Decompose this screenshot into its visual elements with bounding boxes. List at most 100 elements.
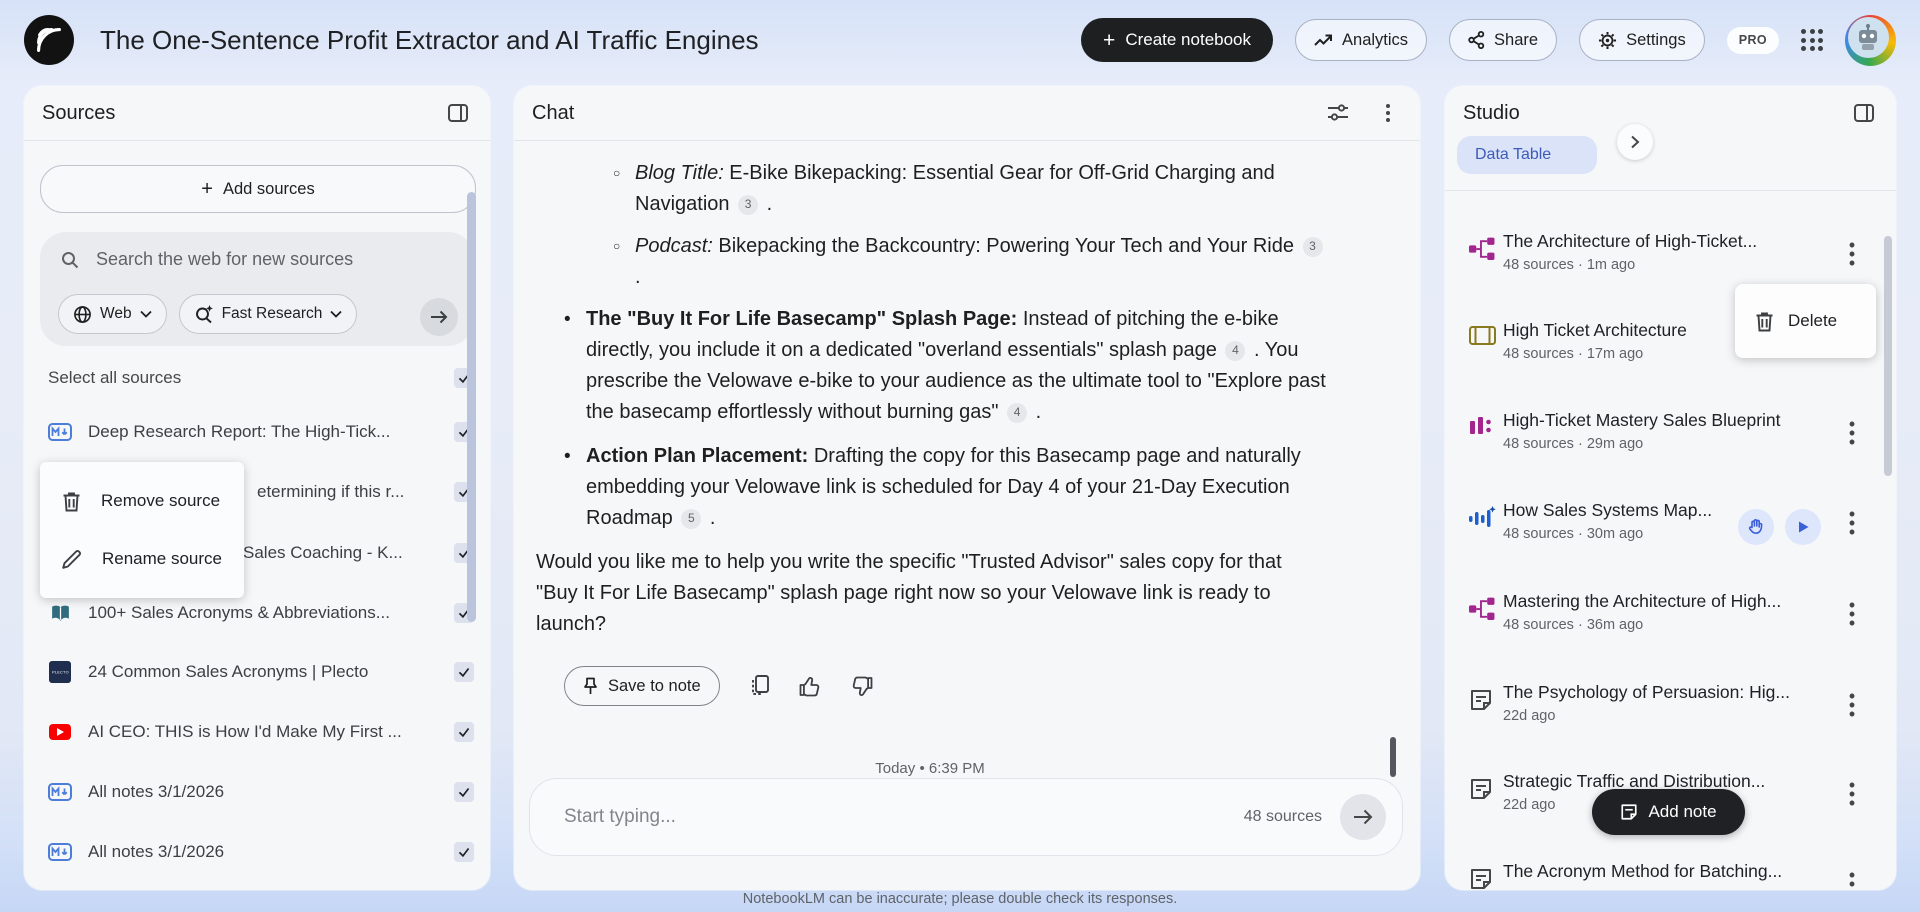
sources-scrollbar[interactable] [467,192,476,622]
studio-item[interactable]: The Psychology of Persuasion: Hig... 22d… [1445,678,1896,734]
fast-research-chip[interactable]: Fast Research [178,294,358,334]
add-note-button[interactable]: Add note [1592,789,1745,835]
add-sources-button[interactable]: + Add sources [40,165,476,213]
more-menu-icon[interactable]: ••• [1843,415,1861,451]
source-row[interactable]: All notes 3/1/2026 [40,768,474,816]
source-row[interactable]: AI CEO: THIS is How I'd Make My First ..… [40,708,474,756]
collapse-panel-icon[interactable] [444,99,472,127]
more-menu-icon[interactable]: ••• [1843,776,1861,812]
more-menu-icon[interactable]: ••• [1843,505,1861,541]
source-checkbox[interactable] [454,842,474,862]
create-notebook-button[interactable]: + Create notebook [1081,18,1274,62]
mindmap-icon [1469,231,1503,260]
rename-source-label: Rename source [102,549,223,568]
data-table-chip[interactable]: Data Table [1457,136,1598,174]
mindmap-icon [1469,591,1503,620]
chat-header: Chat [514,86,1420,141]
topbar-actions: + Create notebook Analytics Share Settin… [1081,0,1896,80]
gear-icon [1598,31,1617,50]
studio-item[interactable]: High-Ticket Mastery Sales Blueprint 48 s… [1445,406,1896,462]
web-search-box: Web Fast Research [40,232,474,346]
source-row[interactable]: Deep Research Report: The High-Tick... [40,408,474,456]
delete-menu-item[interactable]: Delete [1735,284,1876,358]
web-filter-chip[interactable]: Web [58,294,167,334]
chat-paragraph: Would you like me to help you write the … [536,551,1282,635]
more-menu-icon[interactable]: ••• [1843,596,1861,632]
audio-waveform-icon [1469,500,1503,530]
source-row[interactable]: PLECTO 24 Common Sales Acronyms | Plecto [40,648,474,696]
share-button[interactable]: Share [1449,19,1558,61]
studio-item-title: High-Ticket Mastery Sales Blueprint [1503,410,1781,430]
studio-header: Studio [1445,86,1896,140]
studio-item-meta: 48 sources · 29m ago [1503,436,1644,452]
citation-badge[interactable]: 5 [681,508,702,529]
collapse-panel-icon[interactable] [1850,99,1878,127]
note-icon [1469,682,1503,712]
source-checkbox[interactable] [454,782,474,802]
plus-icon: + [201,177,213,200]
sources-header: Sources [24,86,490,141]
note-icon [1620,803,1638,821]
citation-badge[interactable]: 3 [738,194,759,215]
settings-button[interactable]: Settings [1579,19,1705,61]
studio-scrollbar[interactable] [1884,236,1892,476]
search-submit-button[interactable] [420,298,458,336]
sources-panel: Sources + Add sources Web [24,86,490,890]
citation-badge[interactable]: 4 [1225,340,1246,361]
thumbs-up-icon[interactable] [799,676,821,697]
citation-badge[interactable]: 3 [1302,236,1323,257]
delete-label: Delete [1788,311,1838,330]
report-chart-icon [1469,410,1503,437]
more-menu-icon[interactable]: ••• [1843,236,1861,272]
more-menu-icon[interactable]: ••• [1843,866,1861,890]
apps-grid-icon[interactable] [1801,29,1823,51]
remove-source-menu-item[interactable]: Remove source [40,472,244,530]
source-row[interactable]: All notes 3/1/2026 [40,828,474,876]
chat-bullet: • Action Plan Placement: Drafting the co… [536,441,1336,534]
chat-input[interactable] [562,805,1244,829]
chat-sub-bullet: ○ Podcast: Bikepacking the Backcountry: … [536,231,1336,293]
notebook-title[interactable]: The One-Sentence Profit Extractor and AI… [100,0,759,80]
source-checkbox[interactable] [454,662,474,682]
studio-item[interactable]: The Acronym Method for Batching... ••• [1445,857,1896,890]
citation-badge[interactable]: 4 [1007,402,1028,423]
chat-scrollbar[interactable] [1390,737,1396,777]
bullet-circle-marker: ○ [613,166,621,180]
more-menu-icon[interactable]: ••• [1843,687,1861,723]
account-avatar[interactable] [1845,14,1896,66]
trending-up-icon [1314,32,1333,48]
studio-item[interactable]: The Architecture of High-Ticket... 48 so… [1445,227,1896,283]
top-bar: The One-Sentence Profit Extractor and AI… [0,0,1920,80]
chat-more-menu-icon[interactable] [1374,99,1402,127]
source-title: 100+ Sales Acronyms & Abbreviations... [88,603,390,622]
studio-item-meta: 22d ago [1503,708,1556,724]
markdown-note-icon [48,843,72,861]
copy-icon[interactable] [750,675,769,697]
studio-item[interactable]: Mastering the Architecture of High... 48… [1445,587,1896,643]
plus-icon: + [1103,28,1116,52]
studio-item-audio[interactable]: How Sales Systems Map... 48 sources · 30… [1445,496,1896,552]
source-title: 24 Common Sales Acronyms | Plecto [88,662,369,681]
disclaimer-text: NotebookLM can be inaccurate; please dou… [742,891,1178,907]
rename-source-menu-item[interactable]: Rename source [40,530,244,588]
play-button[interactable] [1785,509,1821,545]
share-label: Share [1494,30,1539,49]
thumbs-down-icon[interactable] [851,676,873,697]
studio-item-meta [1503,887,1888,890]
chip-carousel-next-button[interactable] [1617,124,1653,160]
bullet-circle-marker: ○ [613,239,621,253]
search-web-input[interactable] [94,248,398,271]
notebooklm-logo-icon[interactable] [24,15,74,65]
chat-settings-icon[interactable] [1324,99,1352,127]
send-button[interactable] [1340,794,1386,840]
save-to-note-button[interactable]: Save to note [564,666,720,706]
trash-icon [1755,311,1774,332]
add-sources-label: Add sources [222,179,315,198]
interactive-mode-button[interactable] [1738,509,1774,545]
pin-icon [583,677,598,695]
analytics-button[interactable]: Analytics [1295,19,1428,61]
studio-item-title: The Acronym Method for Batching... [1503,861,1783,881]
settings-label: Settings [1626,30,1686,49]
studio-item-meta: 48 sources · 30m ago [1503,526,1644,542]
source-checkbox[interactable] [454,722,474,742]
